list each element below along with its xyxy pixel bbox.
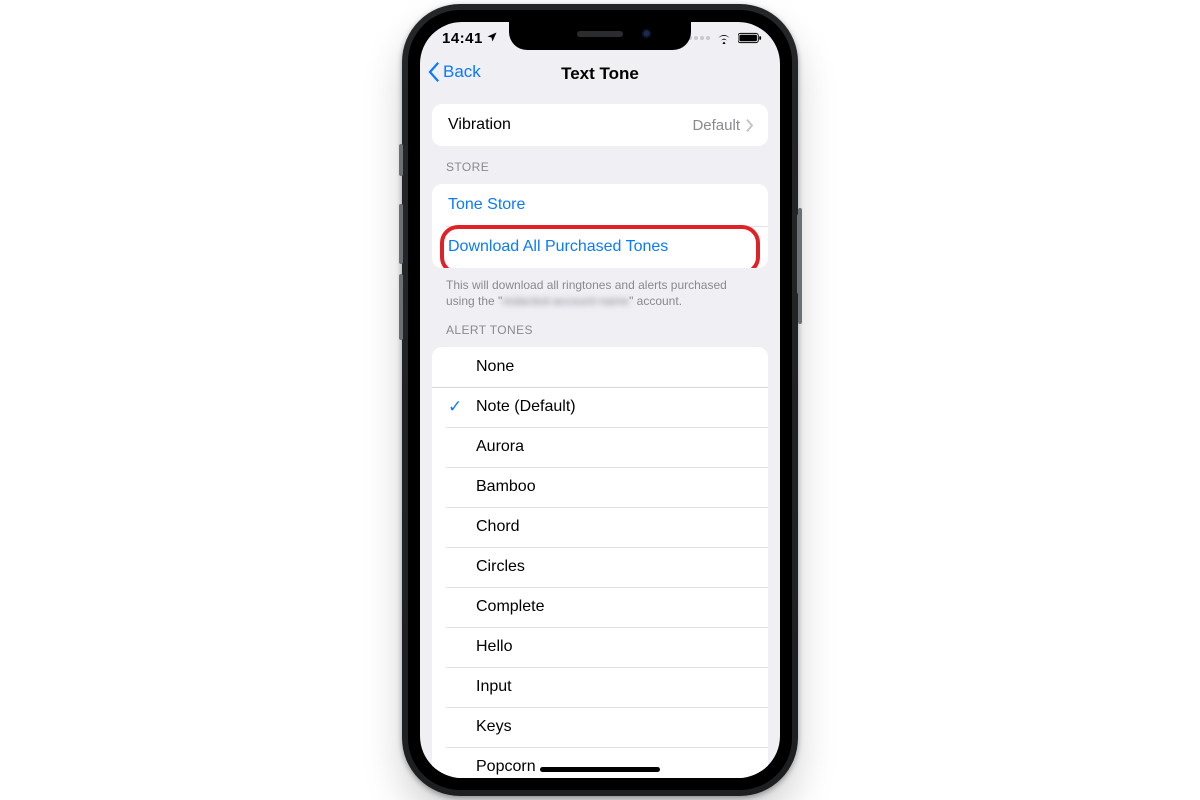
tone-chord[interactable]: Chord [432, 507, 768, 547]
tone-hello[interactable]: Hello [432, 627, 768, 667]
cellular-dots-icon [688, 36, 710, 40]
tone-note-default[interactable]: ✓Note (Default) [432, 387, 768, 427]
vibration-row[interactable]: Vibration Default [432, 104, 768, 146]
vibration-value: Default [692, 117, 740, 134]
tone-bamboo[interactable]: Bamboo [432, 467, 768, 507]
alert-tones-list: None ✓Note (Default) Aurora Bamboo Chord… [432, 347, 768, 778]
vibration-label: Vibration [448, 116, 511, 134]
phone-screen: 14:41 [420, 22, 780, 778]
tone-store-row[interactable]: Tone Store [432, 184, 768, 226]
tone-keys[interactable]: Keys [432, 707, 768, 747]
store-footer: This will download all ringtones and ale… [446, 278, 754, 309]
location-icon [486, 31, 498, 43]
tone-circles[interactable]: Circles [432, 547, 768, 587]
alert-tones-header: ALERT TONES [446, 323, 754, 337]
chevron-right-icon [746, 119, 754, 132]
wifi-icon [716, 32, 732, 44]
tone-popcorn[interactable]: Popcorn [432, 747, 768, 778]
tone-store-label: Tone Store [448, 196, 525, 214]
status-time: 14:41 [442, 30, 483, 47]
battery-icon [738, 32, 762, 44]
tone-none[interactable]: None [432, 347, 768, 387]
tone-complete[interactable]: Complete [432, 587, 768, 627]
checkmark-icon: ✓ [448, 397, 476, 417]
navigation-bar: Back Text Tone [420, 58, 780, 94]
download-purchased-row[interactable]: Download All Purchased Tones [432, 226, 768, 268]
tone-input[interactable]: Input [432, 667, 768, 707]
vibration-group: Vibration Default [432, 104, 768, 146]
home-indicator[interactable] [540, 767, 660, 772]
tone-aurora[interactable]: Aurora [432, 427, 768, 467]
page-title: Text Tone [420, 64, 780, 84]
store-header: STORE [446, 160, 754, 174]
store-group: Tone Store Download All Purchased Tones [432, 184, 768, 268]
download-purchased-label: Download All Purchased Tones [448, 238, 668, 256]
device-notch [509, 22, 691, 50]
